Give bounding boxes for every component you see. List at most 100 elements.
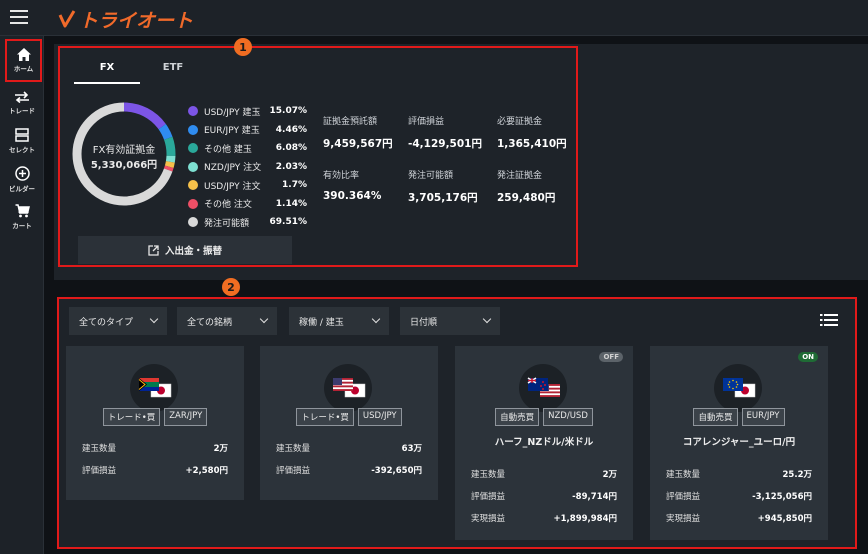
- row-value: 63万: [401, 444, 422, 454]
- row-label: 実現損益: [666, 514, 701, 524]
- metric-unrealized-pl: 評価損益 -4,129,501円: [408, 114, 482, 151]
- symbol-filter-dropdown[interactable]: 全ての銘柄: [177, 307, 277, 335]
- sort-dropdown[interactable]: 日付順: [400, 307, 500, 335]
- row-value: -3,125,056円: [752, 492, 812, 502]
- logo-mark-icon: [58, 10, 76, 28]
- legend-swatch: [188, 161, 198, 172]
- sidebar-item-trade[interactable]: トレード: [2, 84, 42, 122]
- metric-effective-ratio: 有効比率 390.364%: [323, 168, 381, 202]
- legend-label: USD/JPY 建玉: [204, 107, 261, 118]
- legend-percent: 1.7%: [282, 180, 307, 191]
- donut-value: 5,330,066円: [90, 160, 158, 171]
- sidebar-item-select[interactable]: セレクト: [2, 122, 42, 160]
- card-row: 評価損益 +2,580円: [82, 464, 228, 476]
- home-icon: [16, 48, 31, 61]
- currency-flag-icon: [130, 364, 178, 412]
- external-link-icon: [148, 244, 159, 256]
- legend-percent: 69.51%: [269, 217, 308, 228]
- metric-deposit-balance: 証拠金預託額 9,459,567円: [323, 114, 393, 151]
- legend-label: その他 注文: [204, 200, 252, 211]
- metric-label: 必要証拠金: [497, 117, 543, 127]
- hamburger-menu-icon[interactable]: [10, 10, 28, 26]
- currency-pair-tag: EUR/JPY: [741, 408, 785, 426]
- row-label: 評価損益: [82, 466, 117, 476]
- legend-item: USD/JPY 注文 1.7%: [188, 176, 307, 195]
- card-row: 建玉数量 2万: [471, 468, 617, 480]
- dropdown-value: 全ての銘柄: [187, 317, 233, 328]
- row-value: 2万: [602, 470, 617, 480]
- row-value: -89,714円: [572, 492, 617, 502]
- legend-swatch: [188, 143, 198, 154]
- metric-label: 発注可能額: [408, 171, 454, 181]
- list-view-icon[interactable]: [820, 314, 838, 326]
- currency-flag-icon: [324, 364, 372, 412]
- row-label: 建玉数量: [471, 470, 506, 480]
- app-logo[interactable]: トライオート: [58, 6, 193, 32]
- sidebar-item-home[interactable]: ホーム: [5, 39, 42, 82]
- card-tags: 自動売買 NZD/USD: [455, 408, 633, 426]
- metric-order-margin: 発注証拠金 259,480円: [497, 168, 555, 205]
- tab-fx[interactable]: FX: [74, 62, 140, 84]
- main-content: 1 FX ETF FX有効証拠金 5,330,066円 USD/JPY 建玉 15…: [44, 36, 868, 554]
- cart-icon: [15, 204, 30, 218]
- legend-percent: 15.07%: [269, 106, 308, 117]
- type-filter-dropdown[interactable]: 全てのタイプ: [69, 307, 167, 335]
- card-row: 評価損益 -392,650円: [276, 464, 422, 476]
- metric-value: -4,129,501円: [408, 138, 482, 150]
- metric-label: 発注証拠金: [497, 171, 543, 181]
- metric-value: 390.364%: [323, 190, 382, 202]
- card-tags: トレード•買 ZAR/JPY: [66, 408, 244, 426]
- dropdown-value: 日付順: [410, 317, 438, 328]
- row-label: 評価損益: [666, 492, 701, 502]
- position-card[interactable]: トレード•買 USD/JPY 建玉数量 63万 評価損益 -392,650円: [260, 346, 438, 500]
- metric-label: 評価損益: [408, 117, 445, 127]
- position-card[interactable]: ON 自動売買 EUR/JPY コアレンジャー_ユーロ/円 建玉数量 25.2万…: [650, 346, 828, 540]
- legend-item: USD/JPY 建玉 15.07%: [188, 102, 307, 121]
- legend-percent: 6.08%: [275, 143, 307, 154]
- annotation-marker-1: 1: [234, 38, 252, 56]
- auto-trade-status-badge[interactable]: ON: [798, 352, 818, 362]
- card-row: 評価損益 -89,714円: [471, 490, 617, 502]
- row-label: 評価損益: [471, 492, 506, 502]
- legend-swatch: [188, 217, 198, 228]
- row-value: +945,850円: [757, 514, 812, 524]
- sidebar-item-label: トレード: [9, 107, 35, 115]
- chevron-down-icon: [371, 314, 381, 324]
- chevron-down-icon: [259, 314, 269, 324]
- strategy-name: コアレンジャー_ユーロ/円: [682, 437, 796, 448]
- order-type-tag: 自動売買: [495, 408, 540, 426]
- chevron-down-icon: [482, 314, 492, 324]
- positions-panel: 全てのタイプ 全ての銘柄 稼働 / 建玉 日付順 トレード•買 ZAR/JPY …: [57, 297, 857, 549]
- chevron-down-icon: [149, 314, 159, 324]
- deposit-transfer-button[interactable]: 入出金・振替: [78, 236, 292, 264]
- order-type-tag: 自動売買: [693, 408, 738, 426]
- card-tags: 自動売買 EUR/JPY: [650, 408, 828, 426]
- sidebar-item-cart[interactable]: カート: [2, 198, 42, 236]
- strategy-name: ハーフ_NZドル/米ドル: [494, 437, 594, 448]
- select-icon: [15, 128, 29, 142]
- card-row: 評価損益 -3,125,056円: [666, 490, 812, 502]
- row-label: 建玉数量: [666, 470, 701, 480]
- metric-required-margin: 必要証拠金 1,365,410円: [497, 114, 567, 151]
- tab-etf[interactable]: ETF: [142, 62, 204, 84]
- legend-swatch: [188, 124, 198, 135]
- row-label: 建玉数量: [82, 444, 117, 454]
- position-card[interactable]: トレード•買 ZAR/JPY 建玉数量 2万 評価損益 +2,580円: [66, 346, 244, 500]
- currency-flag-icon: [519, 364, 567, 412]
- legend-percent: 2.03%: [275, 161, 307, 172]
- auto-trade-status-badge[interactable]: OFF: [599, 352, 623, 362]
- status-filter-dropdown[interactable]: 稼働 / 建玉: [289, 307, 389, 335]
- card-tags: トレード•買 USD/JPY: [260, 408, 438, 426]
- legend-item: その他 注文 1.14%: [188, 195, 307, 214]
- metric-value: 1,365,410円: [497, 138, 567, 150]
- legend-label: その他 建玉: [204, 144, 252, 155]
- app-window: トライオート ホーム トレード セレクト ビルダー カート 1 FX ETF F…: [0, 0, 868, 554]
- row-label: 評価損益: [276, 466, 311, 476]
- legend-label: USD/JPY 注文: [204, 181, 261, 192]
- donut-title: FX有効証拠金: [92, 145, 156, 156]
- sidebar-item-builder[interactable]: ビルダー: [2, 160, 42, 198]
- position-card[interactable]: OFF 自動売買 NZD/USD ハーフ_NZドル/米ドル 建玉数量 2万 評価…: [455, 346, 633, 540]
- row-label: 実現損益: [471, 514, 506, 524]
- sidebar-item-label: ビルダー: [9, 184, 35, 193]
- logo-text: トライオート: [79, 9, 194, 32]
